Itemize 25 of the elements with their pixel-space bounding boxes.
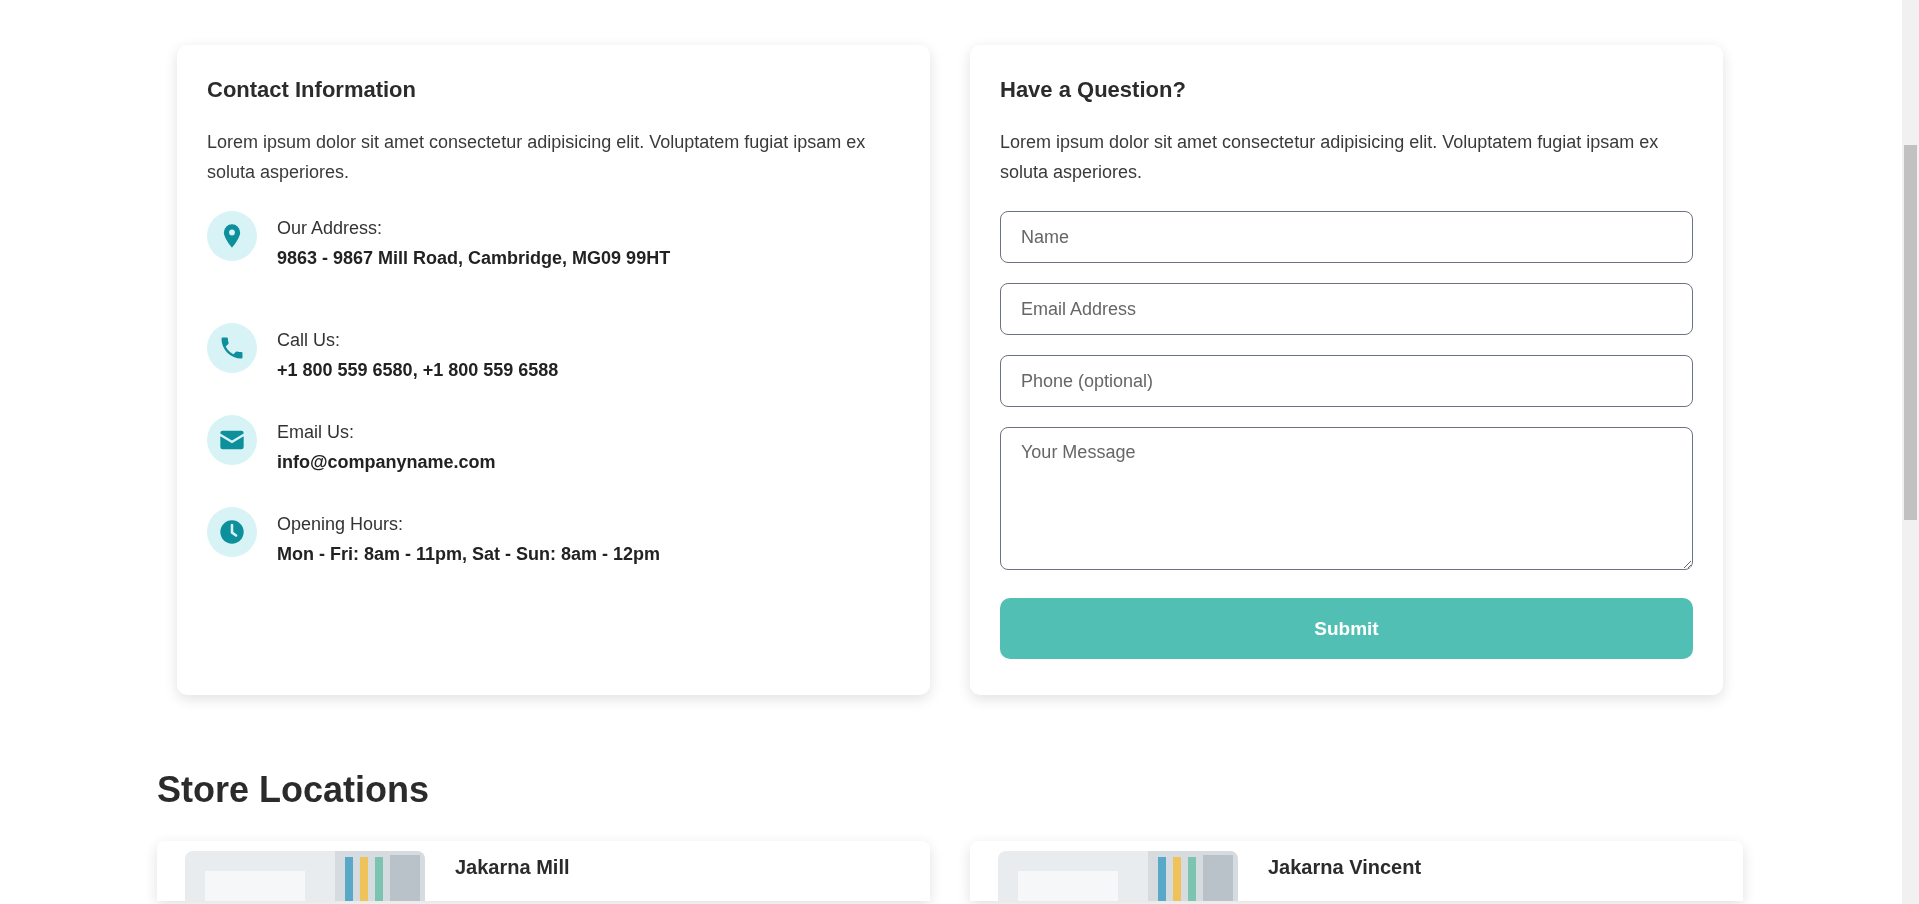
store-name: Jakarna Mill — [455, 855, 570, 880]
info-label: Opening Hours: — [277, 513, 405, 536]
info-label: Call Us: — [277, 329, 341, 352]
info-value: info@companyname.com — [277, 451, 496, 474]
envelope-icon — [207, 415, 257, 465]
info-label: Email Us: — [277, 421, 355, 444]
info-value: +1 800 559 6580, +1 800 559 6588 — [277, 359, 559, 382]
info-value: Mon - Fri: 8am - 11pm, Sat - Sun: 8am - 12pm — [277, 543, 661, 566]
card-title: Contact Information — [207, 76, 417, 104]
intro-paragraph: Lorem ipsum dolor sit amet consectetur adipisicing elit. Voluptatem fugiat ipsam ex soluta asperiores. — [1000, 131, 1660, 184]
info-label: Our Address: — [277, 217, 384, 240]
store-name: Jakarna Vincent — [1268, 855, 1422, 880]
input-field[interactable]: Name — [1000, 211, 1693, 263]
intro-paragraph: Lorem ipsum dolor sit amet consectetur adipisicing elit. Voluptatem fugiat ipsam ex soluta asperiores. — [207, 131, 867, 184]
location-pin-icon — [207, 211, 257, 261]
submit-button[interactable]: Submit — [1000, 598, 1693, 659]
phone-icon — [207, 323, 257, 373]
scrollbar[interactable] — [1902, 0, 1919, 904]
section-heading: Store Locations — [156, 768, 431, 812]
input-field[interactable]: Phone (optional) — [1000, 355, 1693, 407]
clock-icon — [207, 507, 257, 557]
info-value: 9863 - 9867 Mill Road, Cambridge, MG09 99HT — [277, 247, 671, 270]
message-field[interactable]: Your Message — [1000, 427, 1693, 570]
input-field[interactable]: Email Address — [1000, 283, 1693, 335]
card-title: Have a Question? — [1000, 76, 1187, 104]
